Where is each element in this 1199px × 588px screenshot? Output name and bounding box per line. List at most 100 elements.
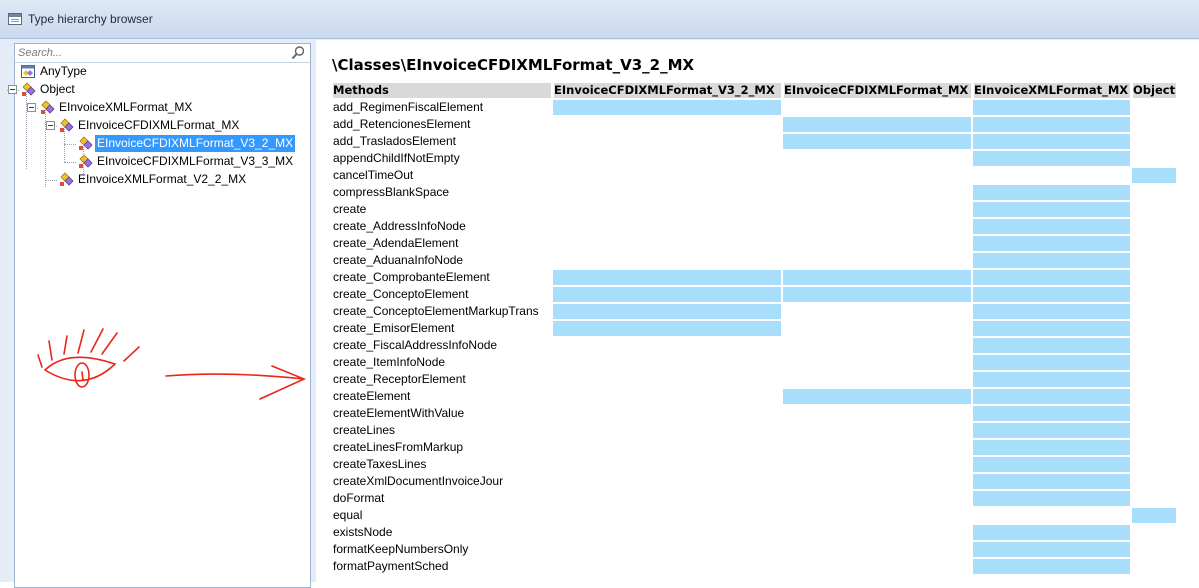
implementation-cell[interactable]: [973, 559, 1130, 574]
implementation-cell[interactable]: [973, 100, 1130, 115]
implementation-cell[interactable]: [973, 474, 1130, 489]
collapse-toggle-icon[interactable]: [46, 121, 55, 130]
column-header: EInvoiceCFDIXMLFormat_MX: [784, 83, 971, 98]
implementation-cell[interactable]: [973, 372, 1130, 387]
method-name[interactable]: create_ItemInfoNode: [333, 354, 445, 370]
search-icon[interactable]: [290, 45, 306, 61]
method-name[interactable]: existsNode: [333, 524, 392, 540]
implementation-cell[interactable]: [973, 338, 1130, 353]
tree-connector: [26, 90, 27, 169]
implementation-cell[interactable]: [973, 151, 1130, 166]
collapse-toggle-icon[interactable]: [8, 85, 17, 94]
implementation-cell[interactable]: [973, 440, 1130, 455]
tree-node[interactable]: AnyType: [15, 63, 305, 80]
class-icon: [77, 154, 93, 169]
implementation-cell[interactable]: [973, 185, 1130, 200]
method-name[interactable]: create_ConceptoElementMarkupTrans: [333, 303, 539, 319]
method-name[interactable]: doFormat: [333, 490, 384, 506]
tree-node-label: AnyType: [40, 64, 87, 78]
tree-node-label: Object: [40, 82, 75, 96]
implementation-cell[interactable]: [973, 287, 1130, 302]
method-name[interactable]: add_RetencionesElement: [333, 116, 470, 132]
tree-node[interactable]: EInvoiceXMLFormat_MX: [15, 99, 305, 116]
implementation-cell[interactable]: [783, 134, 971, 149]
search-box: [15, 44, 310, 63]
implementation-cell[interactable]: [973, 236, 1130, 251]
implementation-cell[interactable]: [1132, 168, 1176, 183]
tree-node[interactable]: EInvoiceXMLFormat_V2_2_MX: [15, 171, 305, 188]
method-name[interactable]: equal: [333, 507, 362, 523]
tree-node-label: EInvoiceCFDIXMLFormat_V3_3_MX: [97, 154, 294, 168]
annotation-overlay: [37, 328, 307, 400]
implementation-cell[interactable]: [973, 270, 1130, 285]
implementation-cell[interactable]: [973, 406, 1130, 421]
tree-node[interactable]: Object: [8, 81, 305, 98]
implementation-cell[interactable]: [973, 355, 1130, 370]
implementation-cell[interactable]: [973, 117, 1130, 132]
implementation-cell[interactable]: [783, 270, 971, 285]
method-name[interactable]: create_AduanaInfoNode: [333, 252, 463, 268]
implementation-cell[interactable]: [1132, 508, 1176, 523]
method-name[interactable]: add_RegimenFiscalElement: [333, 99, 483, 115]
implementation-cell[interactable]: [783, 389, 971, 404]
method-name[interactable]: create_FiscalAddressInfoNode: [333, 337, 497, 353]
column-header-methods: Methods: [333, 83, 551, 98]
implementation-cell[interactable]: [973, 202, 1130, 217]
method-name[interactable]: create: [333, 201, 366, 217]
tree-node-label: EInvoiceXMLFormat_MX: [59, 100, 193, 114]
method-name[interactable]: createXmlDocumentInvoiceJour: [333, 473, 503, 489]
tree-node-label: EInvoiceCFDIXMLFormat_V3_2_MX: [95, 135, 296, 152]
implementation-cell[interactable]: [553, 270, 781, 285]
implementation-cell[interactable]: [973, 525, 1130, 540]
method-name[interactable]: formatPaymentSched: [333, 558, 448, 574]
implementation-cell[interactable]: [783, 287, 971, 302]
method-name[interactable]: create_AdendaElement: [333, 235, 458, 251]
method-name[interactable]: createLines: [333, 422, 395, 438]
method-name[interactable]: create_ComprobanteElement: [333, 269, 490, 285]
search-input[interactable]: [18, 45, 286, 61]
hierarchy-tree-pane: AnyType Object EInvoiceXMLFormat_MX EInvoic…: [7, 43, 311, 588]
implementation-cell[interactable]: [553, 321, 781, 336]
tree-connector: [45, 108, 46, 187]
column-header: Object: [1133, 83, 1176, 98]
method-name[interactable]: createTaxesLines: [333, 456, 426, 472]
implementation-cell[interactable]: [973, 491, 1130, 506]
tree-node[interactable]: EInvoiceCFDIXMLFormat_V3_3_MX: [15, 153, 305, 170]
collapse-toggle-icon[interactable]: [27, 103, 36, 112]
title-bar: Type hierarchy browser: [0, 0, 1199, 39]
tree-node[interactable]: EInvoiceCFDIXMLFormat_V3_2_MX: [15, 135, 305, 152]
method-name[interactable]: create_AddressInfoNode: [333, 218, 466, 234]
implementation-cell[interactable]: [783, 117, 971, 132]
implementation-cell[interactable]: [553, 304, 781, 319]
method-name[interactable]: createElement: [333, 388, 410, 404]
method-name[interactable]: create_EmisorElement: [333, 320, 454, 336]
arrow-right-icon: [165, 365, 307, 400]
method-name[interactable]: create_ReceptorElement: [333, 371, 466, 387]
implementation-cell[interactable]: [973, 457, 1130, 472]
method-name[interactable]: createElementWithValue: [333, 405, 464, 421]
method-name[interactable]: createLinesFromMarkup: [333, 439, 463, 455]
implementation-cell[interactable]: [973, 219, 1130, 234]
implementation-cell[interactable]: [973, 304, 1130, 319]
anytype-icon: [20, 64, 36, 79]
window-title: Type hierarchy browser: [28, 12, 153, 26]
implementation-cell[interactable]: [553, 100, 781, 115]
implementation-cell[interactable]: [973, 423, 1130, 438]
implementation-cell[interactable]: [973, 134, 1130, 149]
tree-node-label: EInvoiceXMLFormat_V2_2_MX: [78, 172, 247, 186]
implementation-cell[interactable]: [553, 287, 781, 302]
implementation-cell[interactable]: [973, 389, 1130, 404]
tree-node[interactable]: EInvoiceCFDIXMLFormat_MX: [15, 117, 305, 134]
implementation-cell[interactable]: [973, 321, 1130, 336]
method-name[interactable]: appendChildIfNotEmpty: [333, 150, 460, 166]
implementation-cell[interactable]: [973, 253, 1130, 268]
method-name[interactable]: cancelTimeOut: [333, 167, 413, 183]
method-name[interactable]: add_TrasladosElement: [333, 133, 456, 149]
class-icon: [39, 100, 55, 115]
method-name[interactable]: create_ConceptoElement: [333, 286, 468, 302]
method-name[interactable]: formatKeepNumbersOnly: [333, 541, 468, 557]
window-icon: [8, 13, 22, 25]
method-name[interactable]: compressBlankSpace: [333, 184, 449, 200]
implementation-cell[interactable]: [973, 542, 1130, 557]
class-icon: [58, 172, 74, 187]
